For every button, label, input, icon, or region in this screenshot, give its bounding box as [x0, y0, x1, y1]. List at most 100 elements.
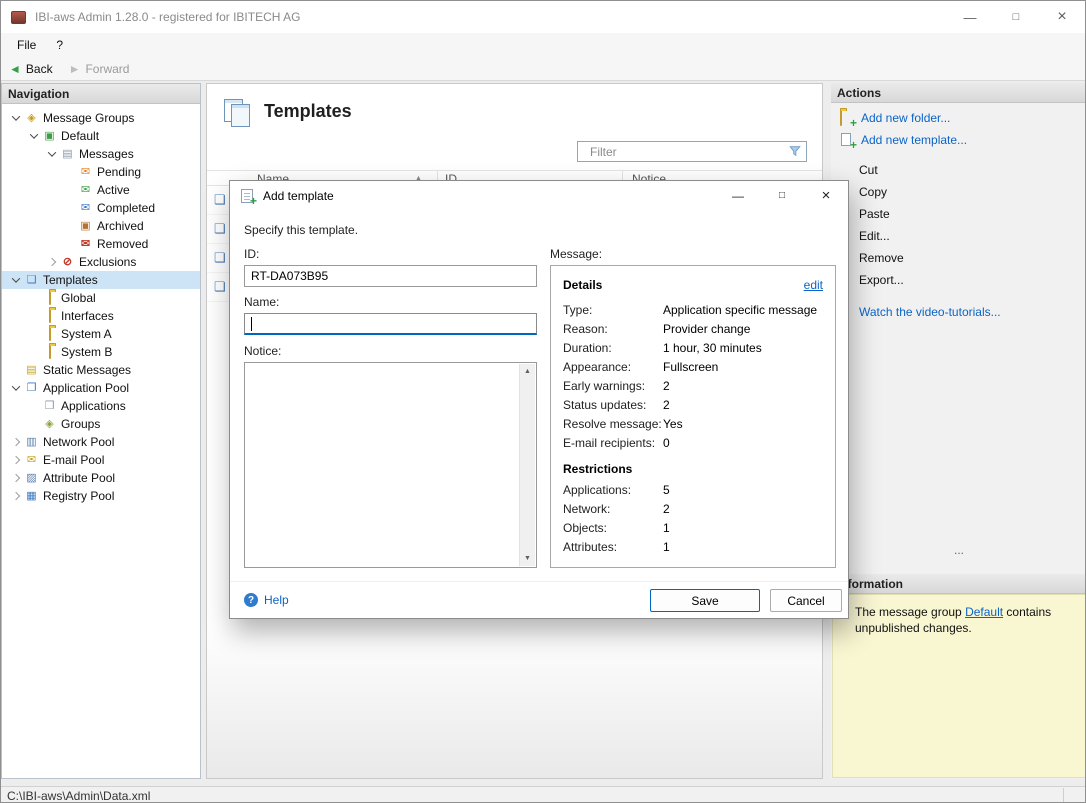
chevron-collapsed-icon[interactable] — [8, 489, 23, 504]
tree-item-message-groups[interactable]: ◈ Message Groups — [2, 109, 200, 127]
tree-item-attribute-pool[interactable]: ▨ Attribute Pool — [2, 469, 200, 487]
forward-arrow-icon: ► — [68, 61, 81, 76]
tree-item-registry-pool[interactable]: ▦ Registry Pool — [2, 487, 200, 505]
tree-item-interfaces[interactable]: Interfaces — [2, 307, 200, 325]
remove-action[interactable]: Remove — [831, 247, 1085, 269]
dialog-window-controls: — □ × — [716, 181, 848, 210]
notice-textarea[interactable] — [244, 362, 537, 568]
tree-item-completed[interactable]: ✉ Completed — [2, 199, 200, 217]
tree-item-application-pool[interactable]: ❐ Application Pool — [2, 379, 200, 397]
chevron-expanded-icon[interactable] — [26, 129, 41, 144]
chevron-collapsed-icon[interactable] — [8, 435, 23, 450]
tree-item-active[interactable]: ✉ Active — [2, 181, 200, 199]
navigation-header: Navigation — [2, 84, 200, 104]
tree-item-default[interactable]: ▣ Default — [2, 127, 200, 145]
tree-item-removed[interactable]: ✉ Removed — [2, 235, 200, 253]
toolbar: ◄ Back ► Forward — [1, 57, 1085, 81]
tree-item-messages[interactable]: ▤ Messages — [2, 145, 200, 163]
filter-funnel-icon[interactable] — [788, 144, 802, 161]
name-label: Name: — [244, 295, 280, 309]
id-input[interactable] — [244, 265, 537, 287]
menubar: File ? — [1, 33, 1085, 57]
restriction-row: Network: 2 — [563, 501, 670, 516]
forward-button[interactable]: ► Forward — [69, 62, 130, 76]
add-new-template-action[interactable]: Add new template... — [831, 129, 1085, 152]
tree-item-templates[interactable]: ❏ Templates — [2, 271, 200, 289]
tree-item-system-b[interactable]: System B — [2, 343, 200, 361]
dialog-close-button[interactable]: × — [804, 181, 848, 210]
chevron-expanded-icon[interactable] — [8, 381, 23, 396]
chevron-collapsed-icon[interactable] — [8, 453, 23, 468]
applications-icon: ❒ — [44, 399, 55, 412]
chevron-expanded-icon[interactable] — [8, 111, 23, 126]
tree-item-archived[interactable]: ▣ Archived — [2, 217, 200, 235]
information-header: Information — [831, 574, 1085, 594]
name-input[interactable] — [244, 313, 537, 335]
tree-item-pending[interactable]: ✉ Pending — [2, 163, 200, 181]
filter-input[interactable] — [577, 141, 807, 162]
tree-item-email-pool[interactable]: ✉ E-mail Pool — [2, 451, 200, 469]
chevron-expanded-icon[interactable] — [44, 147, 59, 162]
template-row-icon: ❏ — [214, 279, 226, 294]
help-link[interactable]: ? Help — [244, 589, 289, 611]
add-template-dialog-icon — [241, 189, 257, 208]
edit-action[interactable]: Edit... — [831, 225, 1085, 247]
copy-action[interactable]: Copy — [831, 181, 1085, 203]
text-caret — [251, 317, 252, 331]
window-title: IBI-aws Admin 1.28.0 - registered for IB… — [35, 10, 301, 24]
chevron-expanded-icon[interactable] — [8, 273, 23, 288]
tree-item-global[interactable]: Global — [2, 289, 200, 307]
dialog-minimize-button[interactable]: — — [716, 181, 760, 210]
window-controls: — □ × — [947, 1, 1085, 33]
template-row-icon: ❏ — [214, 250, 226, 265]
tree-item-system-a[interactable]: System A — [2, 325, 200, 343]
templates-page-icon — [224, 97, 252, 127]
status-bar: C:\IBI-aws\Admin\Data.xml — [1, 786, 1085, 802]
registry-pool-icon: ▦ — [26, 489, 37, 502]
add-template-dialog: Add template — □ × Specify this template… — [229, 180, 849, 619]
video-tutorials-link[interactable]: Watch the video-tutorials... — [831, 301, 1085, 323]
close-button[interactable]: × — [1039, 1, 1085, 33]
restriction-row: Attributes: 1 — [563, 539, 670, 554]
cancel-button[interactable]: Cancel — [770, 589, 842, 612]
cut-action[interactable]: Cut — [831, 159, 1085, 181]
scrollbar[interactable] — [519, 364, 535, 566]
actions-header: Actions — [831, 83, 1085, 103]
templates-icon: ❏ — [26, 273, 37, 286]
information-note: The message group Default contains unpub… — [832, 594, 1085, 778]
maximize-button[interactable]: □ — [993, 1, 1039, 33]
id-label: ID: — [244, 247, 260, 261]
tree-item-network-pool[interactable]: ▥ Network Pool — [2, 433, 200, 451]
overflow-ellipsis: ... — [953, 543, 964, 557]
completed-messages-icon: ✉ — [80, 201, 91, 214]
navigation-panel: Navigation ◈ Message Groups ▣ Default ▤ … — [1, 83, 201, 779]
edit-message-link[interactable]: edit — [804, 278, 823, 292]
groups-icon: ◈ — [45, 417, 54, 430]
minimize-button[interactable]: — — [947, 1, 993, 33]
paste-action[interactable]: Paste — [831, 203, 1085, 225]
default-group-link[interactable]: Default — [965, 605, 1003, 619]
dialog-titlebar: Add template — □ × — [230, 181, 848, 211]
chevron-collapsed-icon[interactable] — [8, 471, 23, 486]
back-button[interactable]: ◄ Back — [9, 62, 53, 76]
back-label: Back — [25, 61, 53, 76]
messages-icon: ▤ — [62, 147, 73, 160]
navigation-tree: ◈ Message Groups ▣ Default ▤ Messages ✉ … — [2, 104, 200, 505]
message-label: Message: — [550, 247, 603, 261]
menu-help[interactable]: ? — [46, 35, 73, 55]
dialog-maximize-button[interactable]: □ — [760, 181, 804, 210]
folder-icon — [41, 308, 58, 323]
forward-label: Forward — [85, 61, 130, 76]
tree-item-groups[interactable]: ◈ Groups — [2, 415, 200, 433]
help-icon: ? — [244, 593, 258, 607]
tree-item-exclusions[interactable]: ⊘ Exclusions — [2, 253, 200, 271]
menu-file[interactable]: File — [7, 35, 46, 55]
export-action[interactable]: Export... — [831, 269, 1085, 291]
save-button[interactable]: Save — [650, 589, 760, 612]
tree-item-static-messages[interactable]: ▤ Static Messages — [2, 361, 200, 379]
chevron-collapsed-icon[interactable] — [44, 255, 59, 270]
tree-item-applications[interactable]: ❒ Applications — [2, 397, 200, 415]
message-summary-box: Details edit Type: Application specific m… — [550, 265, 836, 568]
add-new-folder-action[interactable]: Add new folder... — [831, 107, 1085, 130]
